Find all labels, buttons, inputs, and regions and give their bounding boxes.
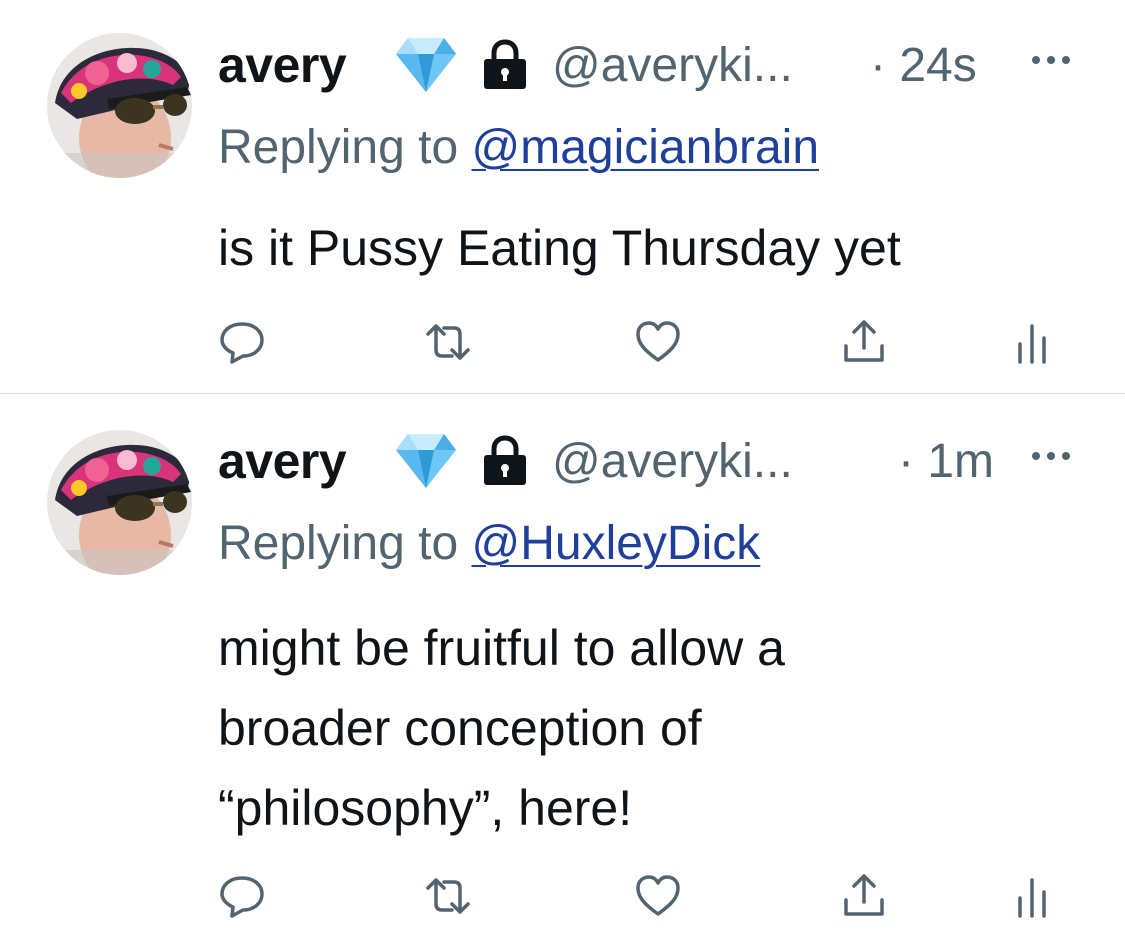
tweet-header: avery @averyki... · 1m <box>218 430 1098 490</box>
tweet-text-line: “philosophy”, here! <box>218 780 633 836</box>
lock-icon <box>480 38 530 92</box>
analytics-icon[interactable] <box>1002 312 1062 372</box>
reply-icon[interactable] <box>212 866 272 926</box>
like-icon[interactable] <box>628 312 688 372</box>
replying-prefix: Replying to <box>218 121 472 174</box>
tweet[interactable]: avery @averyki... · 24s Replying to @mag… <box>0 0 1125 393</box>
tweet-text-line: is it Pussy Eating Thursday yet <box>218 220 901 276</box>
tweet-text: might be fruitful to allow a broader con… <box>218 608 1098 848</box>
replying-to-link[interactable]: @HuxleyDick <box>471 517 760 570</box>
lock-icon <box>480 434 530 488</box>
action-bar <box>0 866 1125 926</box>
tweet-text-line: might be fruitful to allow a <box>218 620 785 676</box>
replying-to-line: Replying to @magicianbrain <box>218 120 819 175</box>
analytics-icon[interactable] <box>1002 866 1062 926</box>
action-bar <box>0 312 1125 372</box>
user-handle[interactable]: @averyki... <box>552 434 793 489</box>
retweet-icon[interactable] <box>418 866 478 926</box>
tweet-header: avery @averyki... · 24s <box>218 34 1098 94</box>
replying-prefix: Replying to <box>218 517 472 570</box>
tweet[interactable]: avery @averyki... · 1m Replying to @Huxl… <box>0 394 1125 947</box>
tweet-text-line: broader conception of <box>218 700 702 756</box>
avatar[interactable] <box>47 430 192 575</box>
like-icon[interactable] <box>628 866 688 926</box>
share-icon[interactable] <box>834 866 894 926</box>
more-options-icon[interactable] <box>1026 446 1076 466</box>
timestamp[interactable]: · 1m <box>898 434 994 489</box>
timestamp[interactable]: · 24s <box>870 38 977 93</box>
diamond-icon <box>394 430 458 490</box>
display-name[interactable]: avery <box>218 36 347 94</box>
more-options-icon[interactable] <box>1026 50 1076 70</box>
replying-to-line: Replying to @HuxleyDick <box>218 516 760 571</box>
reply-icon[interactable] <box>212 312 272 372</box>
retweet-icon[interactable] <box>418 312 478 372</box>
user-handle[interactable]: @averyki... <box>552 38 793 93</box>
replying-to-link[interactable]: @magicianbrain <box>471 121 819 174</box>
diamond-icon <box>394 34 458 94</box>
avatar[interactable] <box>47 33 192 178</box>
display-name[interactable]: avery <box>218 432 347 490</box>
tweet-text: is it Pussy Eating Thursday yet <box>218 208 1098 288</box>
share-icon[interactable] <box>834 312 894 372</box>
